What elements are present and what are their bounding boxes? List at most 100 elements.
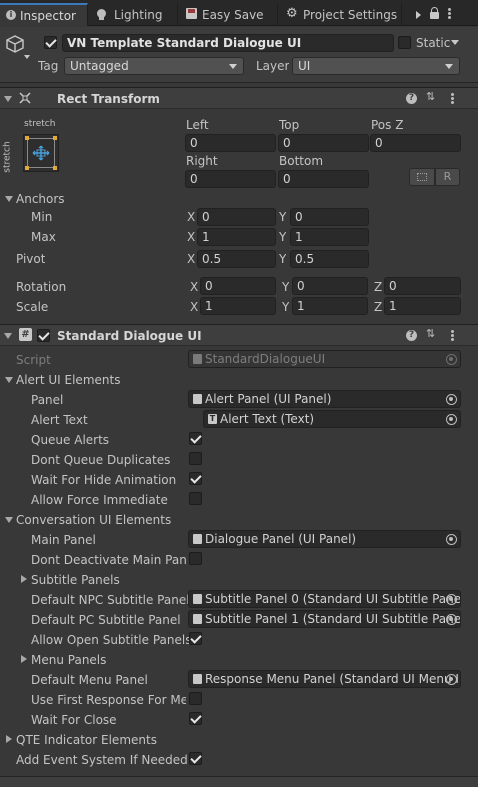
script-file-icon bbox=[193, 534, 202, 544]
default-menu-panel-field[interactable]: Response Menu Panel (Standard UI Menu I bbox=[188, 670, 461, 688]
alert-text-field[interactable]: T Alert Text (Text) bbox=[203, 410, 461, 428]
static-dropdown-arrow[interactable] bbox=[451, 40, 459, 45]
icon-dropdown-arrow[interactable] bbox=[24, 55, 30, 59]
min-y-label: Y bbox=[279, 210, 287, 224]
alert-foldout-arrow[interactable] bbox=[5, 377, 13, 383]
presets-icon[interactable]: ⇅ bbox=[426, 328, 435, 340]
bottom-label: Bottom bbox=[279, 154, 324, 168]
scale-z-field[interactable]: 1 bbox=[384, 297, 461, 315]
subtitle-panels-label[interactable]: Subtitle Panels bbox=[31, 573, 120, 587]
tag-dropdown[interactable]: Untagged bbox=[64, 57, 244, 75]
queue-alerts-checkbox[interactable] bbox=[189, 432, 202, 445]
component-enabled-toggle[interactable] bbox=[37, 329, 50, 342]
min-y-field[interactable]: 0 bbox=[290, 208, 369, 226]
tab-lighting[interactable]: Lighting bbox=[88, 3, 178, 26]
pivot-y-field[interactable]: 0.5 bbox=[290, 250, 369, 268]
posz-label: Pos Z bbox=[371, 118, 404, 132]
dont-deactivate-main-panel-checkbox[interactable] bbox=[189, 552, 202, 565]
scale-x-field[interactable]: 1 bbox=[200, 297, 276, 315]
allow-force-immediate-checkbox[interactable] bbox=[189, 492, 202, 505]
allow-force-immediate-label: Allow Force Immediate bbox=[31, 493, 168, 507]
component-menu-icon[interactable] bbox=[451, 93, 454, 104]
default-npc-subtitle-value: Subtitle Panel 0 (Standard UI Subtitle P… bbox=[205, 592, 461, 606]
cube-icon[interactable] bbox=[5, 34, 25, 54]
tab-inspector[interactable]: i Inspector bbox=[0, 3, 88, 26]
use-first-response-label: Use First Response For Men bbox=[31, 693, 186, 707]
component-menu-icon[interactable] bbox=[451, 330, 454, 341]
default-pc-subtitle-field[interactable]: Subtitle Panel 1 (Standard UI Subtitle P… bbox=[188, 610, 461, 628]
help-icon[interactable]: ? bbox=[406, 93, 417, 104]
wait-for-close-checkbox[interactable] bbox=[189, 712, 202, 725]
max-y-field[interactable]: 1 bbox=[290, 228, 369, 246]
top-label: Top bbox=[279, 118, 300, 132]
default-npc-subtitle-field[interactable]: Subtitle Panel 0 (Standard UI Subtitle P… bbox=[188, 590, 461, 608]
conversation-ui-header: Conversation UI Elements bbox=[16, 513, 172, 527]
menu-panels-foldout-arrow[interactable] bbox=[21, 655, 27, 663]
tab-project-settings[interactable]: ⚙ Project Settings bbox=[278, 3, 402, 26]
anchor-presets-button[interactable] bbox=[23, 134, 59, 172]
min-x-field[interactable]: 0 bbox=[197, 208, 276, 226]
min-label: Min bbox=[31, 210, 53, 224]
tab-easy-save[interactable]: Easy Save bbox=[178, 3, 278, 26]
dont-queue-duplicates-checkbox[interactable] bbox=[189, 452, 202, 465]
object-picker-icon[interactable] bbox=[446, 534, 457, 545]
anchors-foldout-arrow[interactable] bbox=[5, 196, 13, 202]
active-toggle[interactable] bbox=[44, 36, 57, 49]
object-picker-icon[interactable] bbox=[446, 394, 457, 405]
default-pc-subtitle-label: Default PC Subtitle Panel bbox=[31, 613, 181, 627]
blueprint-mode-button[interactable] bbox=[409, 168, 435, 186]
qte-indicator-header[interactable]: QTE Indicator Elements bbox=[16, 733, 157, 747]
tab-menu-icon[interactable] bbox=[448, 8, 451, 19]
scale-y-field[interactable]: 1 bbox=[292, 297, 368, 315]
scale-z-label: Z bbox=[374, 300, 383, 314]
allow-open-subtitle-panels-checkbox[interactable] bbox=[189, 632, 202, 645]
object-picker-icon[interactable] bbox=[446, 614, 457, 625]
subtitle-panels-foldout-arrow[interactable] bbox=[21, 575, 27, 583]
raw-edit-button[interactable]: R bbox=[435, 168, 460, 186]
top-field[interactable]: 0 bbox=[278, 134, 369, 152]
tab-label: Lighting bbox=[114, 8, 163, 22]
script-value: StandardDialogueUI bbox=[205, 352, 326, 366]
pivot-label: Pivot bbox=[16, 252, 46, 266]
rotation-x-field[interactable]: 0 bbox=[200, 277, 276, 295]
script-file-icon bbox=[193, 594, 202, 604]
menu-panels-label[interactable]: Menu Panels bbox=[31, 653, 106, 667]
add-event-system-label: Add Event System If Needed bbox=[16, 753, 188, 767]
rotation-z-field[interactable]: 0 bbox=[384, 277, 461, 295]
floppy-label bbox=[188, 9, 195, 13]
help-icon[interactable]: ? bbox=[406, 330, 417, 341]
main-panel-field[interactable]: Dialogue Panel (UI Panel) bbox=[188, 530, 461, 548]
max-x-field[interactable]: 1 bbox=[197, 228, 276, 246]
foldout-arrow[interactable] bbox=[4, 333, 12, 339]
object-picker-icon[interactable] bbox=[446, 594, 457, 605]
use-first-response-checkbox[interactable] bbox=[189, 692, 202, 705]
gameobject-name-field[interactable]: VN Template Standard Dialogue UI bbox=[62, 34, 394, 52]
bottom-field[interactable]: 0 bbox=[278, 170, 369, 188]
object-picker-icon[interactable] bbox=[446, 414, 457, 425]
object-picker-icon[interactable] bbox=[446, 674, 457, 685]
left-label: Left bbox=[186, 118, 209, 132]
posz-field[interactable]: 0 bbox=[370, 134, 461, 152]
max-y-label: Y bbox=[279, 230, 287, 244]
layer-dropdown[interactable]: UI bbox=[292, 57, 460, 75]
script-file-icon bbox=[193, 614, 202, 624]
add-event-system-checkbox[interactable] bbox=[189, 752, 202, 765]
rot-x-label: X bbox=[190, 280, 199, 294]
rotation-y-field[interactable]: 0 bbox=[292, 277, 368, 295]
default-menu-panel-label: Default Menu Panel bbox=[31, 673, 148, 687]
left-field[interactable]: 0 bbox=[185, 134, 276, 152]
wait-hide-animation-checkbox[interactable] bbox=[189, 472, 202, 485]
qte-foldout-arrow[interactable] bbox=[6, 735, 12, 743]
rect-transform-icon bbox=[19, 92, 31, 104]
tab-overflow-arrow[interactable] bbox=[416, 11, 421, 19]
presets-icon[interactable]: ⇅ bbox=[426, 91, 435, 103]
foldout-arrow[interactable] bbox=[4, 96, 12, 102]
pivot-x-label: X bbox=[187, 252, 196, 266]
alert-panel-field[interactable]: Alert Panel (UI Panel) bbox=[188, 390, 461, 408]
pivot-x-field[interactable]: 0.5 bbox=[197, 250, 276, 268]
tab-label: Inspector bbox=[20, 9, 76, 23]
right-field[interactable]: 0 bbox=[185, 170, 276, 188]
static-toggle[interactable] bbox=[398, 36, 411, 49]
dont-queue-duplicates-label: Dont Queue Duplicates bbox=[31, 453, 171, 467]
conversation-foldout-arrow[interactable] bbox=[5, 517, 13, 523]
